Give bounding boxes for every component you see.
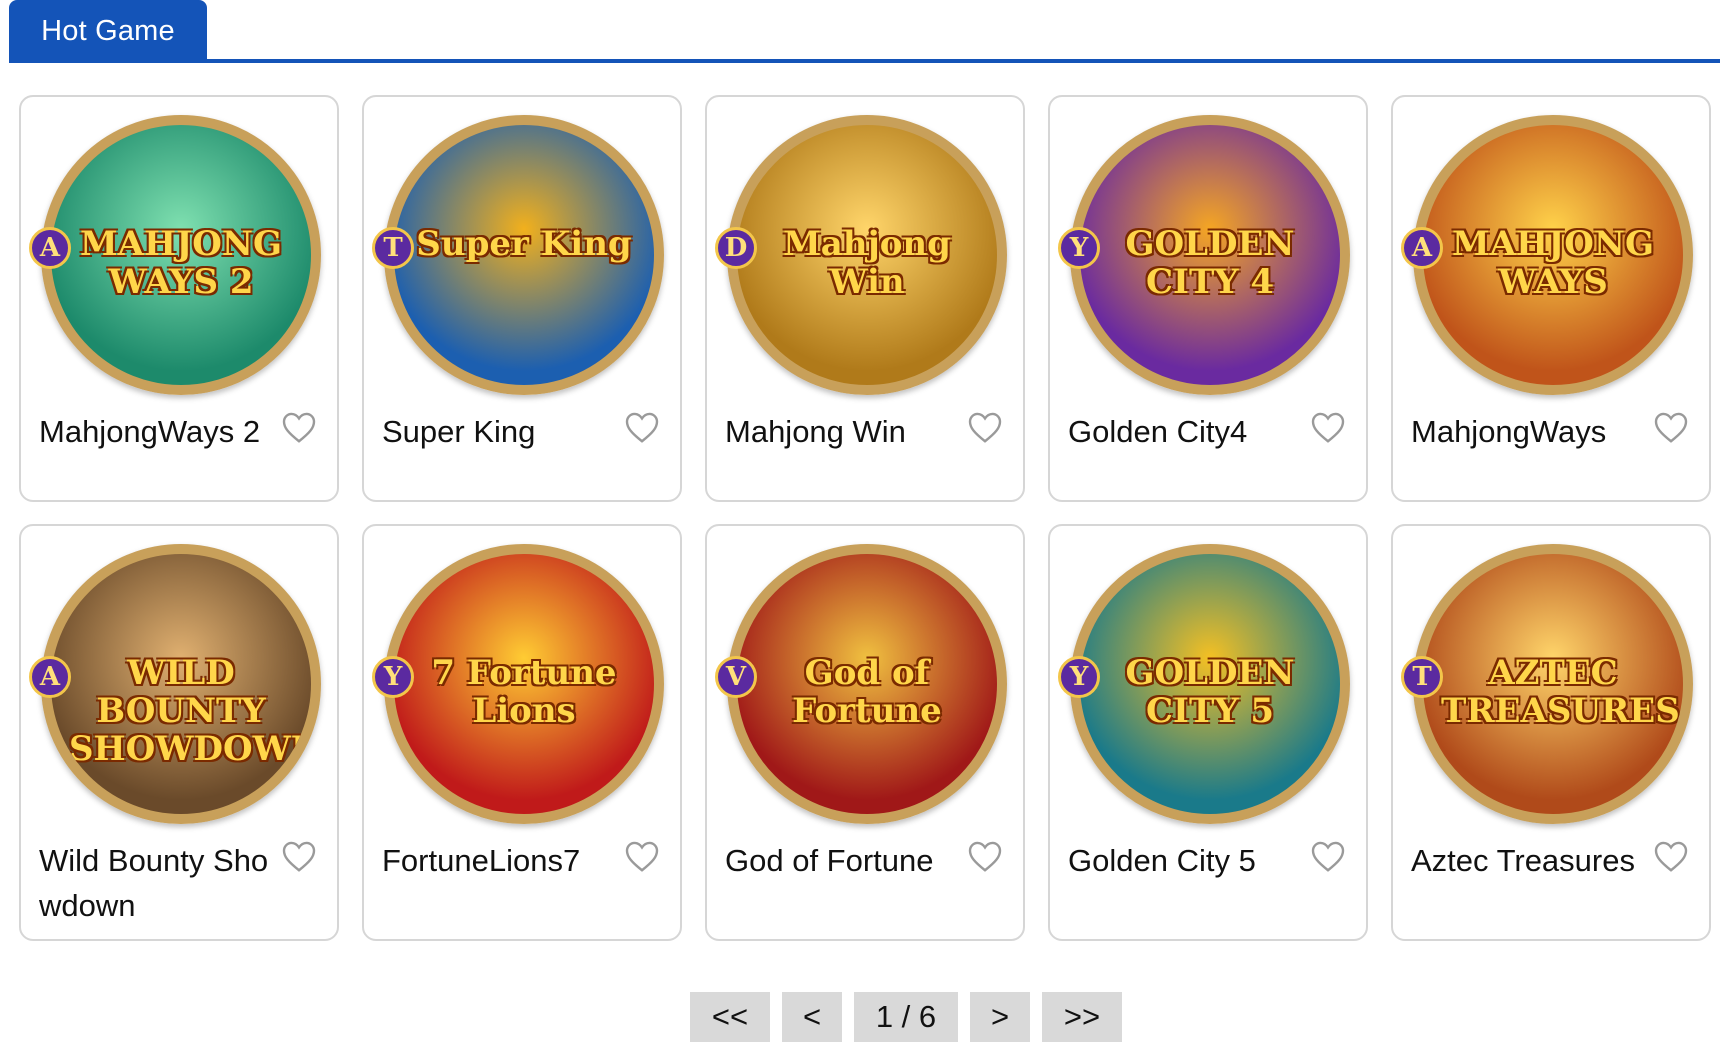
game-art-title: AZTEC TREASURES (1441, 653, 1680, 731)
game-name: Aztec Treasures (1411, 843, 1635, 878)
provider-badge: Y (1058, 227, 1100, 269)
game-thumbnail[interactable]: MAHJONG WAYS 2 (41, 115, 321, 395)
favorite-heart-icon[interactable] (1310, 839, 1346, 873)
game-art-title: Super King (416, 224, 632, 264)
favorite-heart-icon[interactable] (1653, 410, 1689, 444)
game-card[interactable]: MAHJONG WAYS A MahjongWays (1391, 95, 1711, 502)
provider-badge: Y (372, 656, 414, 698)
game-thumbnail[interactable]: Mahjong Win (727, 115, 1007, 395)
game-art-title: MAHJONG WAYS (1452, 224, 1654, 302)
game-art-title: GOLDEN CITY 5 (1125, 653, 1295, 731)
favorite-heart-icon[interactable] (967, 839, 1003, 873)
game-name: Golden City4 (1068, 414, 1248, 449)
tab-bar: Hot Game (9, 0, 1720, 63)
page-indicator: 1 / 6 (854, 992, 958, 1042)
game-art-title: 7 Fortune Lions (431, 653, 617, 731)
game-art-title: God of Fortune (792, 653, 942, 731)
game-name: Super King (382, 414, 536, 449)
game-card[interactable]: GOLDEN CITY 4 Y Golden City4 (1048, 95, 1368, 502)
game-card[interactable]: Mahjong Win D Mahjong Win (705, 95, 1025, 502)
game-thumbnail[interactable]: Super King (384, 115, 664, 395)
game-thumbnail[interactable]: GOLDEN CITY 4 (1070, 115, 1350, 395)
game-thumbnail[interactable]: GOLDEN CITY 5 (1070, 544, 1350, 824)
game-thumbnail[interactable]: AZTEC TREASURES (1413, 544, 1693, 824)
game-card[interactable]: MAHJONG WAYS 2 A MahjongWays 2 (19, 95, 339, 502)
game-thumbnail[interactable]: MAHJONG WAYS (1413, 115, 1693, 395)
game-name: MahjongWays (1411, 414, 1607, 449)
game-thumbnail[interactable]: WILD BOUNTY SHOWDOWN (41, 544, 321, 824)
favorite-heart-icon[interactable] (1653, 839, 1689, 873)
favorite-heart-icon[interactable] (624, 839, 660, 873)
favorite-heart-icon[interactable] (967, 410, 1003, 444)
game-card[interactable]: AZTEC TREASURES T Aztec Treasures (1391, 524, 1711, 941)
game-name: Golden City 5 (1068, 843, 1256, 878)
game-art-title: MAHJONG WAYS 2 (80, 224, 282, 302)
provider-badge: V (715, 656, 757, 698)
game-name: God of Fortune (725, 843, 934, 878)
game-card[interactable]: GOLDEN CITY 5 Y Golden City 5 (1048, 524, 1368, 941)
game-art-title: WILD BOUNTY SHOWDOWN (69, 653, 321, 769)
provider-badge: Y (1058, 656, 1100, 698)
provider-badge: T (372, 227, 414, 269)
favorite-heart-icon[interactable] (1310, 410, 1346, 444)
game-name: Mahjong Win (725, 414, 906, 449)
provider-badge: T (1401, 656, 1443, 698)
favorite-heart-icon[interactable] (281, 410, 317, 444)
provider-badge: A (29, 227, 71, 269)
favorite-heart-icon[interactable] (281, 839, 317, 873)
game-art-title: GOLDEN CITY 4 (1125, 224, 1295, 302)
game-thumbnail[interactable]: 7 Fortune Lions (384, 544, 664, 824)
game-card[interactable]: Super King T Super King (362, 95, 682, 502)
provider-badge: A (29, 656, 71, 698)
game-thumbnail[interactable]: God of Fortune (727, 544, 1007, 824)
first-page-button[interactable]: << (690, 992, 770, 1042)
last-page-button[interactable]: >> (1042, 992, 1122, 1042)
next-page-button[interactable]: > (970, 992, 1030, 1042)
prev-page-button[interactable]: < (782, 992, 842, 1042)
game-name: FortuneLions7 (382, 843, 581, 878)
game-name: Wild Bounty Showdown (39, 843, 269, 923)
provider-badge: A (1401, 227, 1443, 269)
game-card[interactable]: 7 Fortune Lions Y FortuneLions7 (362, 524, 682, 941)
game-name: MahjongWays 2 (39, 414, 261, 449)
game-card[interactable]: God of Fortune V God of Fortune (705, 524, 1025, 941)
game-card[interactable]: WILD BOUNTY SHOWDOWN A Wild Bounty Showdow… (19, 524, 339, 941)
tab-hot-game[interactable]: Hot Game (9, 0, 207, 63)
provider-badge: D (715, 227, 757, 269)
game-art-title: Mahjong Win (783, 224, 951, 302)
favorite-heart-icon[interactable] (624, 410, 660, 444)
